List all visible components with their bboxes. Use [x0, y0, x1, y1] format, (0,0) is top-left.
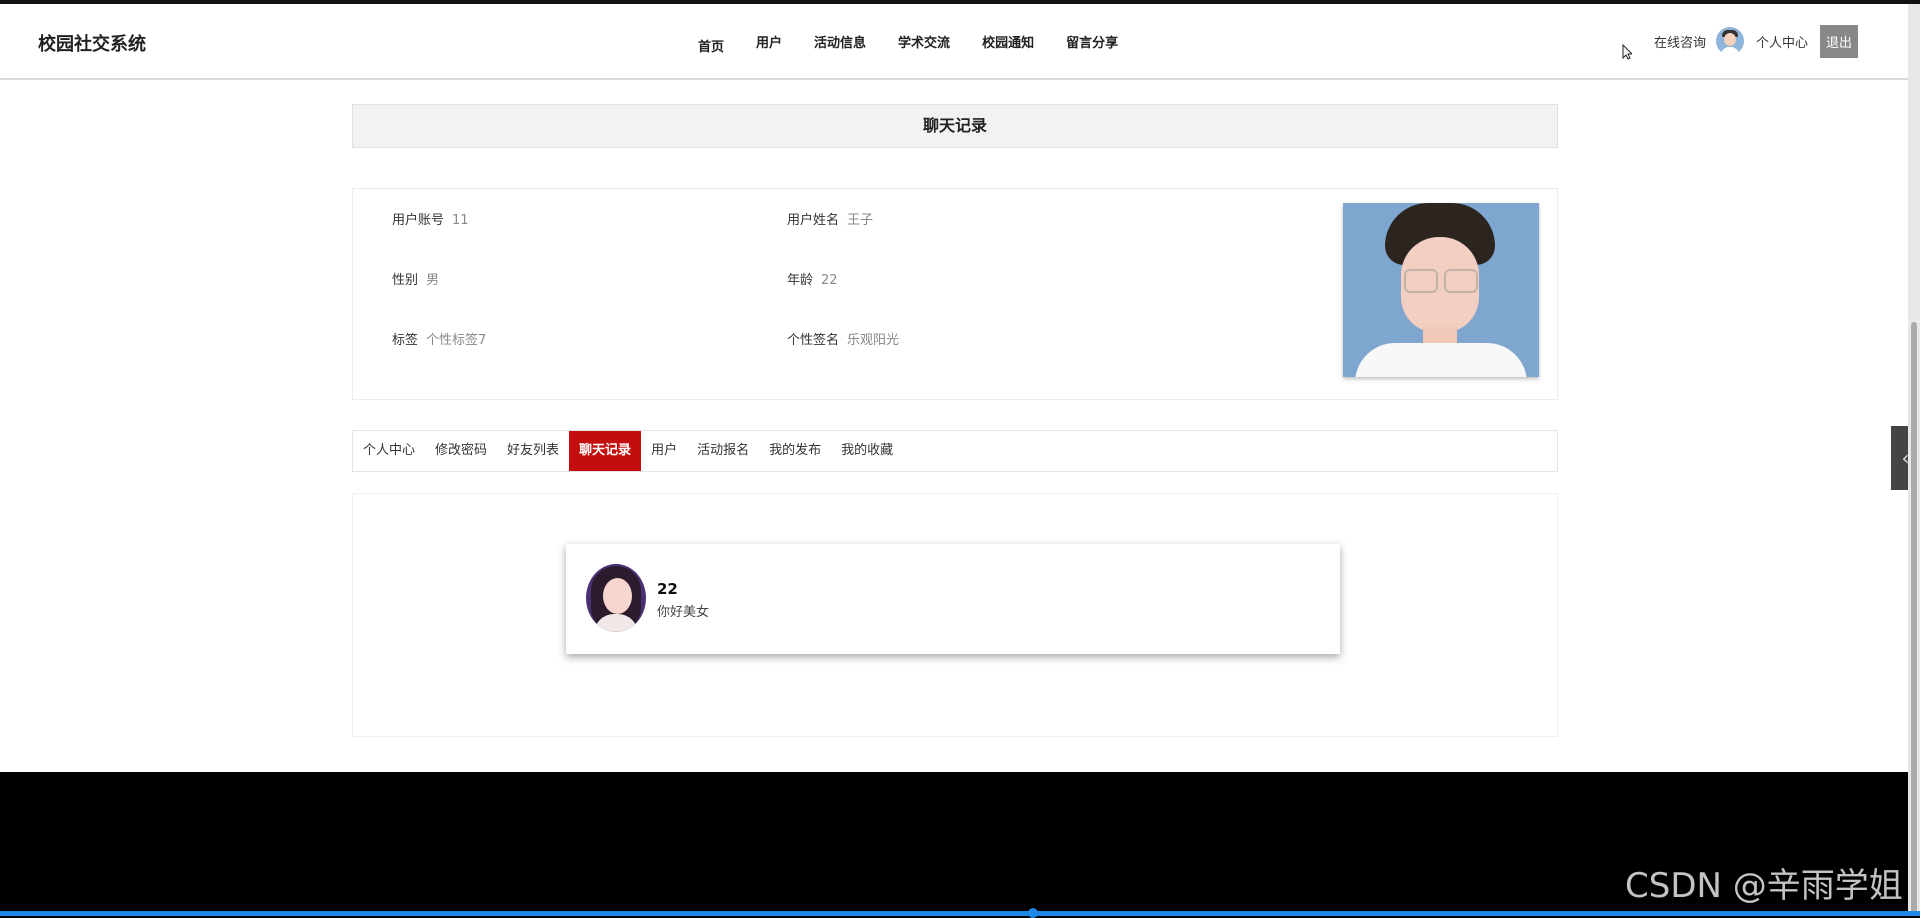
nav-message-share[interactable]: 留言分享 — [1050, 32, 1134, 55]
page-title: 聊天记录 — [352, 104, 1558, 148]
profile-info-panel: 用户账号 11 用户姓名 王子 性别男 年龄 22 标签 个性标签7 个性签名 乐观阳光 — [352, 188, 1558, 400]
name-value: 王子 — [847, 213, 874, 228]
chat-contact-name: 22 — [657, 580, 678, 598]
nav-users[interactable]: 用户 — [740, 32, 798, 55]
name-row: 用户姓名 王子 — [787, 209, 873, 228]
account-value: 11 — [452, 213, 469, 228]
header: 校园社交系统 首页 用户 活动信息 学术交流 校园通知 留言分享 在线咨询 个人… — [0, 4, 1908, 80]
online-consult-link[interactable]: 在线咨询 — [1654, 32, 1706, 51]
age-label: 年龄 — [787, 273, 814, 288]
tab-change-password[interactable]: 修改密码 — [425, 431, 497, 471]
nav-home[interactable]: 首页 — [682, 32, 740, 55]
age-row: 年龄 22 — [787, 269, 838, 288]
video-progress-bar[interactable] — [0, 911, 1920, 916]
chat-record-card[interactable]: 22 你好美女 — [566, 544, 1340, 654]
logout-button[interactable]: 退出 — [1820, 24, 1859, 58]
tag-value: 个性标签7 — [426, 333, 487, 348]
tab-chat-records[interactable]: 聊天记录 — [569, 431, 642, 471]
nav-academic-exchange[interactable]: 学术交流 — [882, 32, 966, 55]
profile-photo — [1343, 203, 1539, 377]
page-container: 校园社交系统 首页 用户 活动信息 学术交流 校园通知 留言分享 在线咨询 个人… — [0, 4, 1908, 772]
account-row: 用户账号 11 — [392, 209, 469, 228]
tag-label: 标签 — [392, 333, 419, 348]
user-avatar[interactable] — [1716, 27, 1745, 55]
nav-campus-notice[interactable]: 校园通知 — [966, 32, 1050, 55]
chat-avatar — [586, 564, 646, 632]
tab-my-posts[interactable]: 我的发布 — [759, 431, 831, 471]
personal-center-link[interactable]: 个人中心 — [1756, 32, 1808, 51]
vertical-scrollbar[interactable] — [1908, 4, 1920, 916]
signature-row: 个性签名 乐观阳光 — [787, 329, 899, 348]
tab-users[interactable]: 用户 — [641, 431, 687, 471]
tag-row: 标签 个性标签7 — [392, 329, 486, 348]
progress-handle[interactable] — [1028, 908, 1038, 918]
main-navigation: 首页 用户 活动信息 学术交流 校园通知 留言分享 — [682, 32, 1134, 55]
signature-label: 个性签名 — [787, 333, 840, 348]
age-value: 22 — [821, 273, 838, 288]
signature-value: 乐观阳光 — [847, 333, 900, 348]
profile-tabs: 个人中心 修改密码 好友列表 聊天记录 用户 活动报名 我的发布 我的收藏 — [352, 430, 1558, 472]
tab-personal-center[interactable]: 个人中心 — [353, 431, 425, 471]
name-label: 用户姓名 — [787, 213, 840, 228]
account-label: 用户账号 — [392, 213, 445, 228]
site-logo[interactable]: 校园社交系统 — [38, 30, 146, 56]
nav-activity-info[interactable]: 活动信息 — [798, 32, 882, 55]
tab-my-favorites[interactable]: 我的收藏 — [831, 431, 903, 471]
tab-activity-signup[interactable]: 活动报名 — [687, 431, 759, 471]
watermark: CSDN @辛雨学姐 — [1625, 866, 1903, 906]
chat-last-message: 你好美女 — [657, 605, 710, 620]
gender-value: 男 — [426, 273, 440, 288]
header-user-area: 在线咨询 个人中心 退出 — [1654, 24, 1859, 58]
gender-label: 性别 — [392, 273, 419, 288]
tab-friend-list[interactable]: 好友列表 — [497, 431, 569, 471]
gender-row: 性别男 — [392, 269, 439, 288]
chat-content-panel: 22 你好美女 — [352, 493, 1558, 737]
scrollbar-thumb[interactable] — [1911, 322, 1917, 916]
mouse-cursor-icon — [1622, 44, 1632, 60]
